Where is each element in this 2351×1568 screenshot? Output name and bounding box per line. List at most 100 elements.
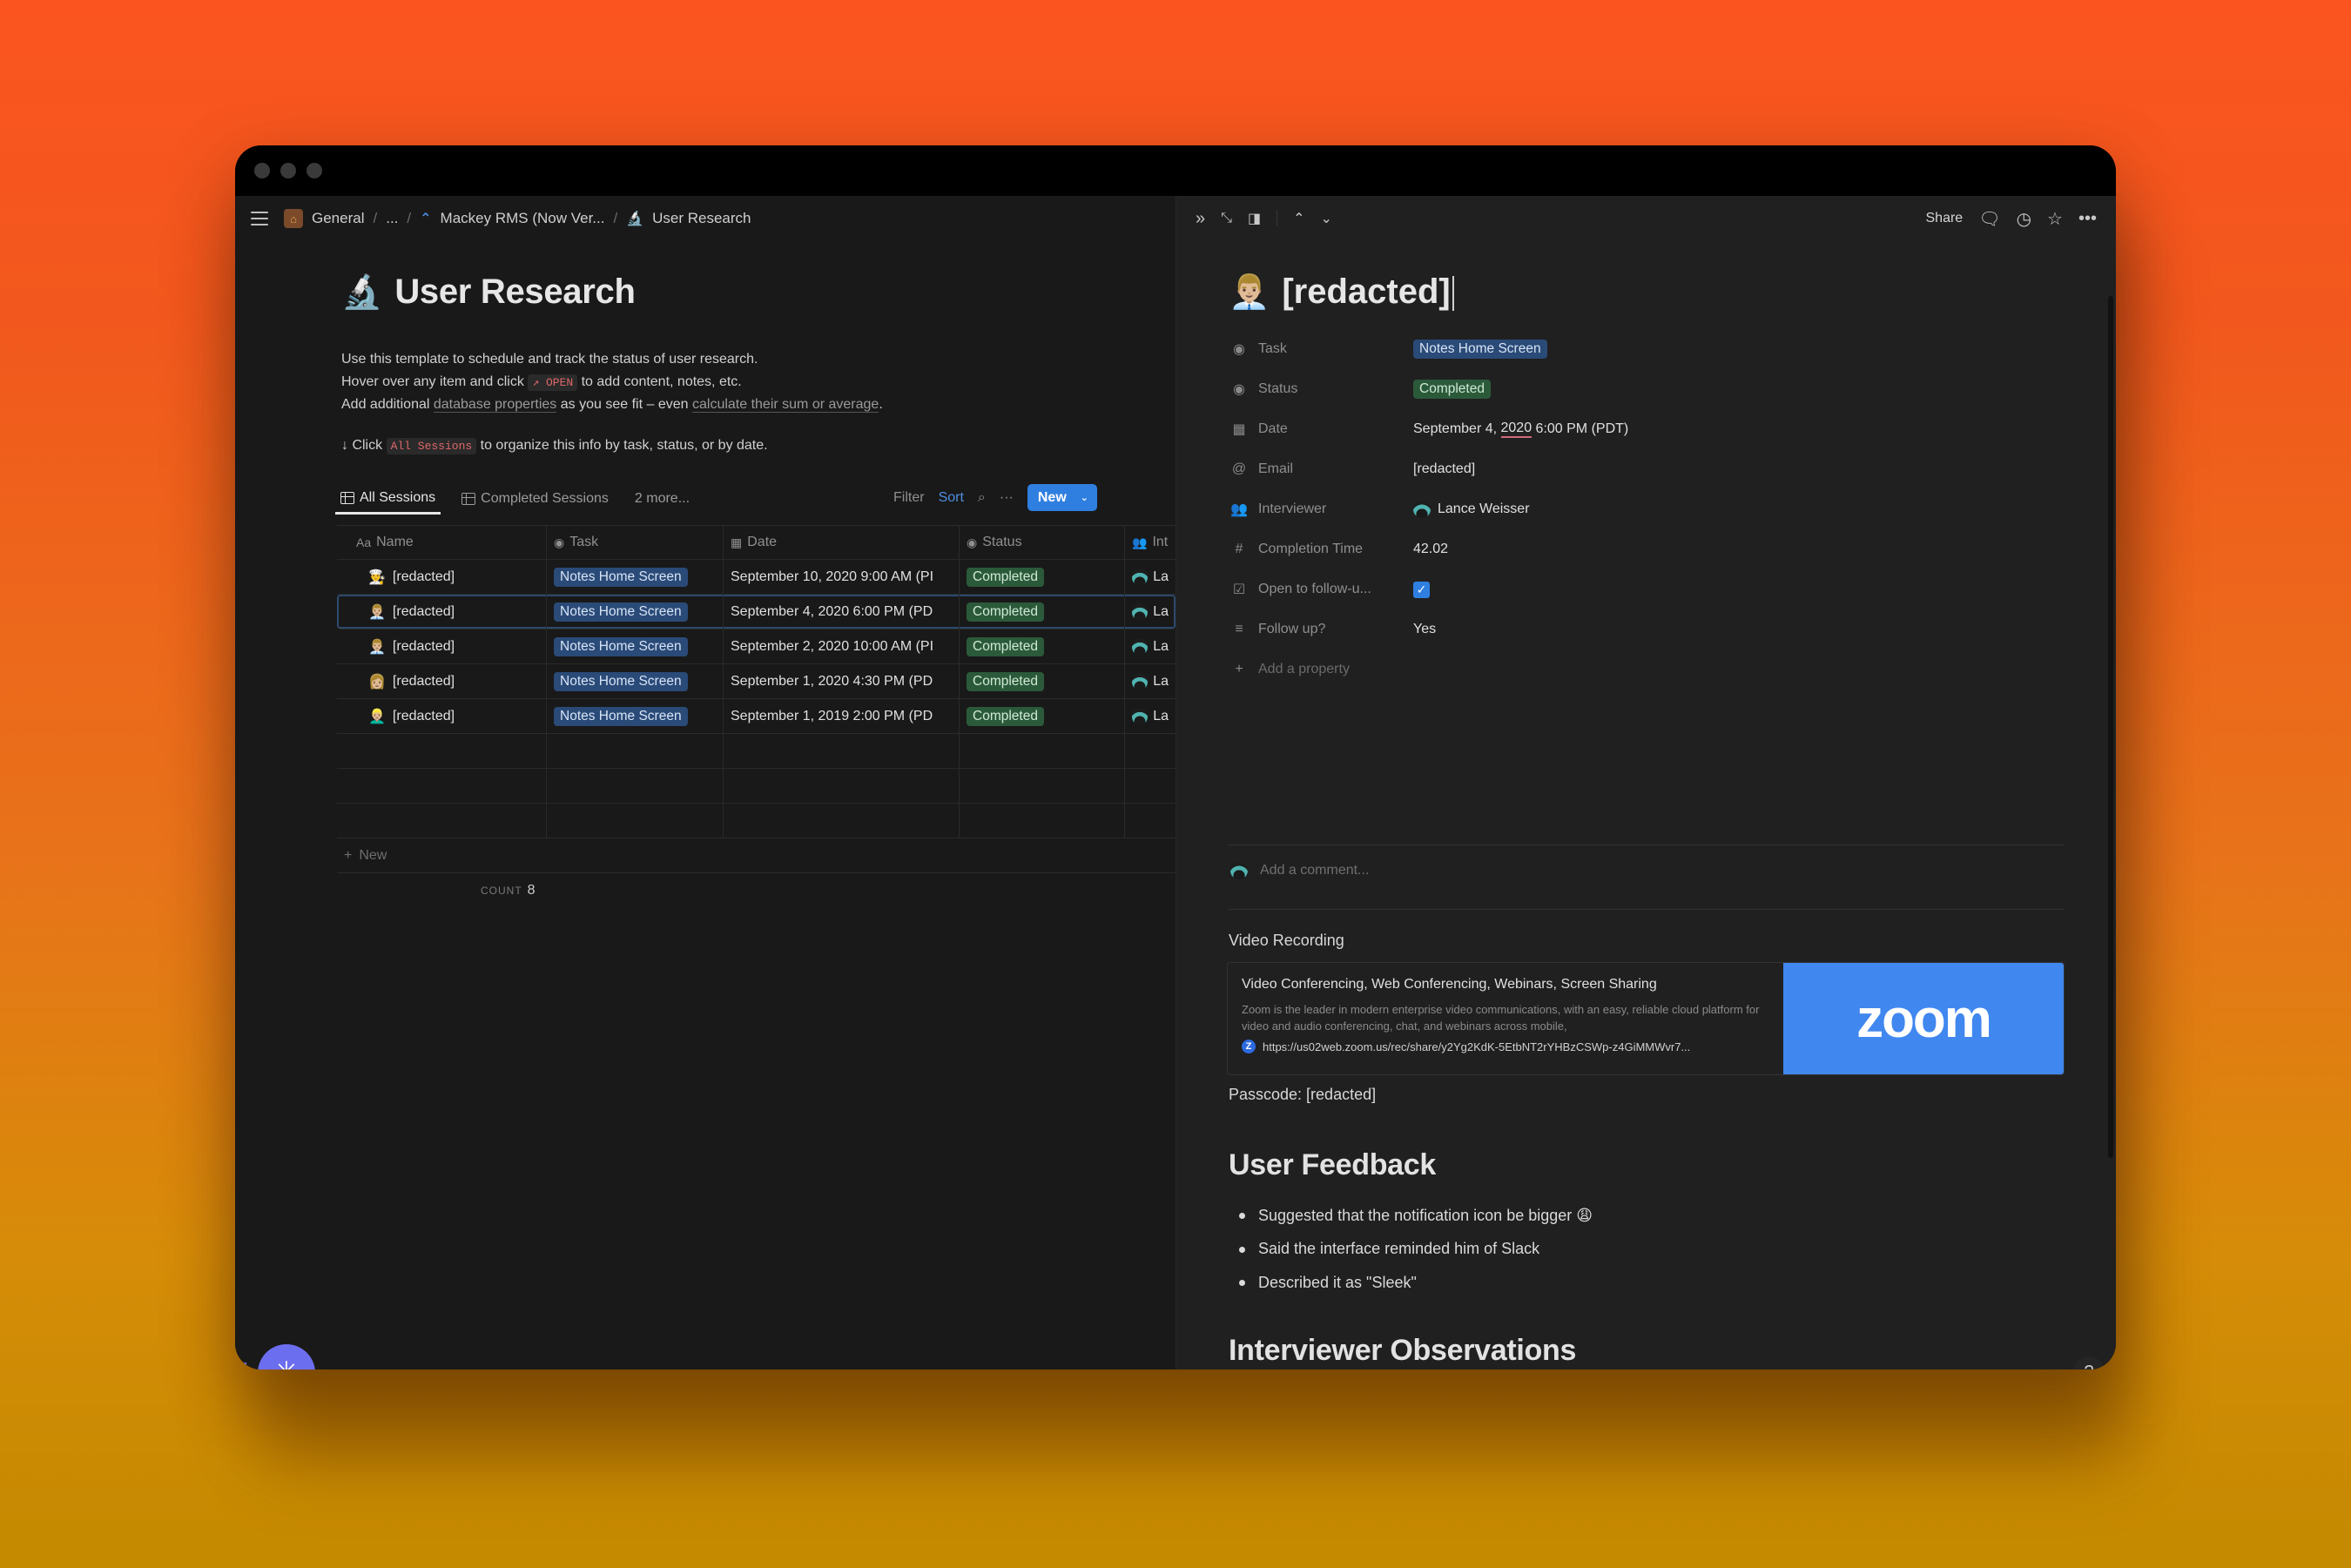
follow-up-value[interactable]: Yes [1413, 622, 1436, 637]
breadcrumb-general[interactable]: General [312, 210, 364, 227]
status-tag[interactable]: Completed [1413, 380, 1491, 399]
property-open-to-follow-up[interactable]: ☑ Open to follow-u... ✓ [1230, 569, 2066, 609]
column-header-interviewer[interactable]: 👥 Int [1125, 526, 1176, 559]
email-value[interactable]: [redacted] [1413, 461, 1475, 477]
breadcrumb-user-research[interactable]: User Research [652, 210, 751, 227]
date-cell[interactable]: September 1, 2019 2:00 PM (PD [724, 699, 960, 733]
bullet-item[interactable]: Said the interface reminded him of Slack [1229, 1233, 1593, 1267]
property-task[interactable]: ◉ Task Notes Home Screen [1230, 329, 2066, 369]
drag-handle-icon[interactable] [239, 1361, 247, 1369]
property-email[interactable]: @ Email [redacted] [1230, 449, 2066, 489]
status-cell[interactable]: Completed [960, 664, 1125, 698]
column-header-status[interactable]: ◉ Status [960, 526, 1125, 559]
table-row[interactable]: 👩🏼 [redacted] Notes Home Screen September 1… [337, 664, 1176, 699]
date-cell[interactable]: September 4, 2020 6:00 PM (PD [724, 595, 960, 629]
side-peek-icon[interactable]: ◨ [1248, 210, 1261, 227]
zoom-bookmark[interactable]: Video Conferencing, Web Conferencing, We… [1227, 962, 2065, 1075]
tab-completed-sessions[interactable]: Completed Sessions [456, 483, 614, 515]
comment-input[interactable]: Add a comment... [1230, 862, 1369, 879]
bookmark-url[interactable]: https://us02web.zoom.us/rec/share/y2Yg2K… [1263, 1040, 1690, 1053]
table-row[interactable]: 👱🏼‍♂️ [redacted] Notes Home Screen Septembe… [337, 699, 1176, 734]
bullet-item[interactable]: Described it as "Sleek" [1229, 1266, 1593, 1300]
breadcrumb-ellipsis[interactable]: ... [386, 210, 398, 227]
date-cell[interactable]: September 10, 2020 9:00 AM (PI [724, 560, 960, 594]
interviewer-cell[interactable]: La [1125, 560, 1176, 594]
chevron-down-icon[interactable]: ⌄ [1081, 492, 1088, 503]
interviewer-cell[interactable]: La [1125, 664, 1176, 698]
search-icon[interactable]: ⌕ [978, 490, 986, 506]
page-title-text[interactable]: User Research [394, 273, 636, 312]
property-completion-time[interactable]: # Completion Time 42.02 [1230, 529, 2066, 569]
sort-button[interactable]: Sort [939, 490, 964, 506]
table-row[interactable]: 👨‍🍳 [redacted] Notes Home Screen September … [337, 560, 1176, 595]
add-row-button[interactable]: + New [337, 838, 1176, 873]
share-button[interactable]: Share [1926, 211, 1964, 226]
close-window-button[interactable] [254, 163, 270, 178]
task-cell[interactable]: Notes Home Screen [547, 699, 724, 733]
table-row[interactable]: 👨🏼‍💼 [redacted] Notes Home Screen September… [337, 629, 1176, 664]
close-peek-icon[interactable]: » [1196, 209, 1205, 229]
favorite-star-icon[interactable]: ☆ [2047, 208, 2063, 230]
date-cell[interactable]: September 2, 2020 10:00 AM (PI [724, 629, 960, 663]
person-emoji-icon[interactable]: 👨🏼‍💼 [1229, 273, 1270, 312]
tab-all-sessions[interactable]: All Sessions [335, 483, 441, 515]
column-header-task[interactable]: ◉ Task [547, 526, 724, 559]
task-tag[interactable]: Notes Home Screen [1413, 340, 1547, 359]
minimize-window-button[interactable] [280, 163, 296, 178]
task-cell[interactable]: Notes Home Screen [547, 560, 724, 594]
microscope-icon[interactable]: 🔬 [341, 273, 382, 312]
table-row[interactable]: 👨🏼‍💼 [redacted] Notes Home Screen September… [337, 595, 1176, 629]
date-value[interactable]: September 4, 2020 6:00 PM (PDT) [1413, 421, 1628, 438]
status-cell[interactable]: Completed [960, 595, 1125, 629]
filter-button[interactable]: Filter [893, 490, 925, 506]
help-button[interactable]: ? [2073, 1356, 2105, 1369]
database-properties-link[interactable]: database properties [433, 397, 557, 413]
status-cell[interactable]: Completed [960, 560, 1125, 594]
empty-table-row[interactable] [337, 734, 1176, 769]
name-cell[interactable]: 👨‍🍳 [redacted] [337, 560, 547, 594]
name-cell[interactable]: 👨🏼‍💼 [redacted] [337, 595, 547, 629]
empty-table-row[interactable] [337, 804, 1176, 838]
more-options-icon[interactable]: ··· [1000, 490, 1014, 506]
status-cell[interactable]: Completed [960, 699, 1125, 733]
completion-time-value[interactable]: 42.02 [1413, 542, 1448, 557]
interviewer-cell[interactable]: La [1125, 595, 1176, 629]
assistant-button[interactable]: ✳ [258, 1344, 315, 1369]
bullet-item[interactable]: Suggested that the notification icon be … [1229, 1199, 1593, 1233]
column-header-date[interactable]: ▦ Date [724, 526, 960, 559]
follow-up-checkbox[interactable]: ✓ [1413, 581, 1430, 598]
more-options-icon[interactable]: ••• [2078, 209, 2097, 229]
vertical-scrollbar[interactable] [2108, 296, 2113, 1158]
date-cell[interactable]: September 1, 2020 4:30 PM (PD [724, 664, 960, 698]
task-cell[interactable]: Notes Home Screen [547, 595, 724, 629]
sidebar-menu-icon[interactable] [251, 212, 268, 225]
open-fullpage-icon[interactable]: ⤡ [1221, 211, 1232, 226]
history-icon[interactable]: ◷ [2017, 208, 2031, 230]
calculate-link[interactable]: calculate their sum or average [691, 397, 879, 413]
count-footer[interactable]: COUNT 8 [337, 873, 1176, 908]
chevron-down-icon[interactable]: ⌄ [1320, 210, 1331, 227]
interviewer-cell[interactable]: La [1125, 699, 1176, 733]
property-follow-up[interactable]: ≡ Follow up? Yes [1230, 609, 2066, 649]
add-property-button[interactable]: + Add a property [1230, 649, 2066, 690]
property-status[interactable]: ◉ Status Completed [1230, 369, 2066, 409]
new-button[interactable]: New ⌄ [1027, 484, 1097, 511]
task-cell[interactable]: Notes Home Screen [547, 664, 724, 698]
property-interviewer[interactable]: 👥 Interviewer Lance Weisser [1230, 489, 2066, 529]
interviewer-value[interactable]: Lance Weisser [1438, 501, 1530, 517]
breadcrumb-mackey[interactable]: Mackey RMS (Now Ver... [441, 210, 605, 227]
name-cell[interactable]: 👩🏼 [redacted] [337, 664, 547, 698]
chevron-up-icon[interactable]: ⌃ [1293, 210, 1304, 227]
empty-table-row[interactable] [337, 769, 1176, 804]
tab-more-views[interactable]: 2 more... [630, 483, 695, 515]
interviewer-cell[interactable]: La [1125, 629, 1176, 663]
status-cell[interactable]: Completed [960, 629, 1125, 663]
zoom-window-button[interactable] [307, 163, 322, 178]
detail-title-text[interactable]: [redacted] [1282, 273, 1454, 312]
column-header-name[interactable]: Aa Name [337, 526, 547, 559]
task-cell[interactable]: Notes Home Screen [547, 629, 724, 663]
property-date[interactable]: ▦ Date September 4, 2020 6:00 PM (PDT) [1230, 409, 2066, 449]
comments-icon[interactable]: 🗨 [1978, 208, 2000, 230]
name-cell[interactable]: 👨🏼‍💼 [redacted] [337, 629, 547, 663]
name-cell[interactable]: 👱🏼‍♂️ [redacted] [337, 699, 547, 733]
